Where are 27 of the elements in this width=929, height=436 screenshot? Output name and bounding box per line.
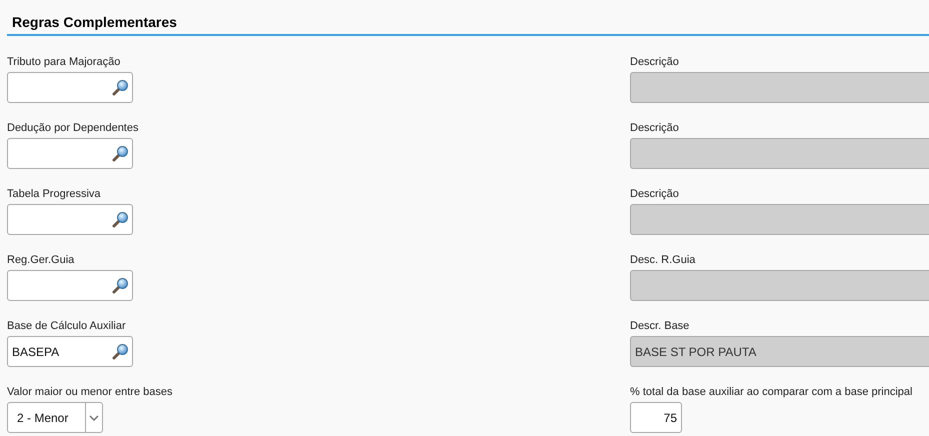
lookup-field[interactable] (7, 138, 133, 169)
lookup-field[interactable]: BASEPA (7, 336, 133, 367)
field-label: Descr. Base (630, 319, 690, 333)
lookup-field[interactable] (7, 270, 133, 301)
percent-field[interactable]: 75 (630, 402, 682, 433)
field-label: % total da base auxiliar ao comparar com a base principal (630, 385, 912, 399)
field-label: Valor maior ou menor entre bases (7, 385, 172, 399)
description-field: BASE ST POR PAUTA (630, 336, 929, 367)
caret-icon (89, 414, 99, 420)
field-label: Reg.Ger.Guia (7, 253, 74, 267)
field-label: Desc. R.Guia (630, 253, 696, 267)
field-label: Descrição (630, 121, 679, 135)
search-icon[interactable] (112, 79, 129, 96)
search-icon[interactable] (112, 343, 129, 360)
field-label: Base de Cálculo Auxiliar (7, 319, 126, 333)
field-label: Tabela Progressiva (7, 187, 101, 201)
lookup-field[interactable] (7, 72, 133, 103)
search-icon[interactable] (112, 211, 129, 228)
field-label: Descrição (630, 187, 679, 201)
search-icon[interactable] (112, 277, 129, 294)
field-label: Dedução por Dependentes (7, 121, 138, 135)
select-dropdown[interactable]: 2 - Menor (7, 402, 103, 433)
field-label: Tributo para Majoração (7, 55, 120, 69)
lookup-field[interactable] (7, 204, 133, 235)
field-label: Descrição (630, 55, 679, 69)
search-icon[interactable] (112, 145, 129, 162)
section-title: Regras Complementares (12, 14, 177, 30)
